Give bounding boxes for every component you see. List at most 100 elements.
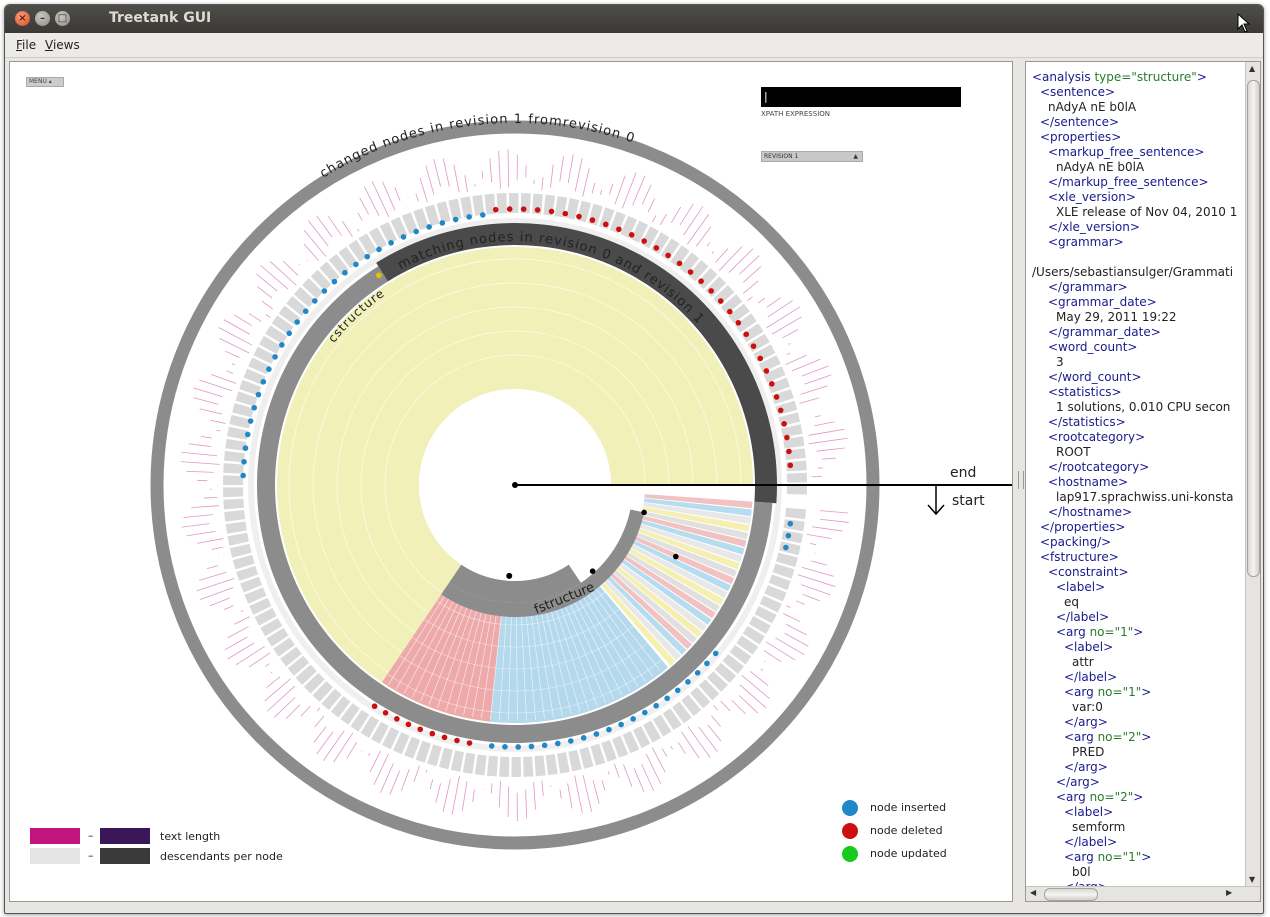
- descendants-block: [223, 475, 244, 485]
- legend-dash: –: [88, 849, 94, 862]
- xml-token: </word_count>: [1048, 370, 1142, 384]
- xml-token: <xle_version>: [1048, 190, 1136, 204]
- descendants-block: [523, 756, 534, 777]
- text-length-tick: [802, 593, 820, 602]
- status-dot: [331, 278, 338, 285]
- status-dot: [452, 216, 459, 223]
- title-bar[interactable]: × – □ Treetank GUI: [5, 5, 1263, 33]
- menu-control[interactable]: MENU ▴: [26, 77, 64, 87]
- status-dot: [568, 738, 574, 744]
- node-marker: [641, 509, 647, 516]
- text-length-tick: [812, 526, 843, 532]
- xml-line: <arg no="1">: [1032, 850, 1237, 865]
- sunburst-visualization[interactable]: changed nodes in revision 1 fromrevision…: [10, 62, 1012, 901]
- xml-token: var:0: [1072, 700, 1103, 714]
- status-dot: [768, 381, 775, 387]
- horizontal-scroll-thumb[interactable]: [1044, 888, 1098, 901]
- legend-descendants-low-swatch: [30, 848, 80, 864]
- status-dot: [664, 695, 670, 702]
- text-length-tick: [783, 613, 801, 622]
- status-dot: [441, 734, 448, 741]
- text-length-tick: [451, 775, 460, 815]
- pane-splitter[interactable]: [1016, 61, 1024, 900]
- horizontal-scrollbar[interactable]: ◀ ▶: [1026, 886, 1260, 901]
- xml-line: </grammar>: [1032, 280, 1237, 295]
- status-dot: [382, 710, 389, 716]
- text-length-tick: [200, 587, 234, 600]
- xml-line: </label>: [1032, 610, 1237, 625]
- scroll-left-icon[interactable]: ◀: [1030, 888, 1036, 897]
- descendants-block: [229, 543, 252, 558]
- scroll-up-icon[interactable]: ▲: [1249, 64, 1255, 73]
- text-length-tick: [472, 789, 475, 803]
- descendants-block: [499, 756, 510, 777]
- menu-views[interactable]: Views: [45, 38, 80, 52]
- vertical-scrollbar[interactable]: ▲ ▼: [1245, 62, 1260, 887]
- sunburst-canvas[interactable]: changed nodes in revision 1 fromrevision…: [9, 61, 1013, 902]
- node-updated-dot: [842, 846, 858, 862]
- xml-line: [1032, 250, 1237, 265]
- text-length-tick: [760, 668, 764, 671]
- xml-line: <sentence>: [1032, 85, 1237, 100]
- xpath-input[interactable]: |: [761, 87, 961, 107]
- xml-token: <statistics>: [1048, 385, 1122, 399]
- text-length-tick: [533, 782, 536, 810]
- maximize-icon: □: [57, 13, 68, 24]
- text-length-tick: [308, 220, 329, 247]
- xml-text[interactable]: <analysis type="structure"> <sentence> nAd…: [1032, 70, 1237, 895]
- text-length-tick: [652, 215, 657, 223]
- xml-token: semform: [1072, 820, 1126, 834]
- text-length-tick: [227, 642, 255, 660]
- xml-token: <analysis: [1032, 70, 1091, 84]
- status-dot: [266, 366, 272, 372]
- status-dot: [534, 207, 541, 213]
- start-label: start: [952, 493, 985, 509]
- xml-token: <arg: [1056, 790, 1086, 804]
- text-length-tick: [188, 443, 211, 447]
- text-length-tick: [380, 763, 394, 793]
- vertical-scroll-thumb[interactable]: [1247, 80, 1260, 577]
- descendants-block: [557, 752, 570, 774]
- close-window-button[interactable]: ×: [15, 11, 30, 26]
- descendants-block: [223, 498, 244, 510]
- text-length-tick: [314, 715, 325, 728]
- xml-token: <label>: [1064, 805, 1114, 819]
- descendants-block: [545, 754, 558, 776]
- text-length-tick: [429, 779, 434, 790]
- status-dot: [717, 298, 724, 304]
- status-dot: [674, 687, 681, 694]
- text-length-tick: [659, 213, 667, 226]
- text-length-tick: [226, 370, 234, 374]
- xml-token: <hostname>: [1048, 475, 1129, 489]
- legend-text-length-high-swatch: [100, 828, 150, 844]
- status-dot: [321, 288, 328, 294]
- text-length-tick: [801, 566, 834, 577]
- text-length-tick: [647, 198, 656, 213]
- menu-file[interactable]: File: [16, 38, 36, 52]
- text-length-tick: [303, 229, 327, 257]
- xml-token: </sentence>: [1040, 115, 1120, 129]
- splitter-grip-icon[interactable]: [1018, 471, 1024, 489]
- text-length-tick: [219, 337, 250, 354]
- status-dot: [750, 343, 757, 349]
- status-dot: [757, 355, 764, 362]
- maximize-window-button[interactable]: □: [55, 11, 70, 26]
- text-length-tick: [567, 154, 574, 183]
- descendants-block: [225, 521, 247, 534]
- text-length-tick: [614, 175, 626, 205]
- xml-source-pane[interactable]: <analysis type="structure"> <sentence> nAd…: [1025, 61, 1261, 902]
- text-length-tick: [574, 158, 583, 192]
- scroll-down-icon[interactable]: ▼: [1249, 875, 1255, 884]
- status-dot: [653, 245, 660, 251]
- text-length-tick: [743, 266, 762, 283]
- xml-line: ROOT: [1032, 445, 1237, 460]
- text-length-tick: [661, 748, 668, 757]
- status-dot: [279, 342, 285, 348]
- revision-select[interactable]: REVISION 1 ▲: [761, 151, 863, 162]
- scroll-right-icon[interactable]: ▶: [1226, 888, 1232, 897]
- xml-token: >: [1133, 625, 1144, 639]
- text-length-tick: [270, 671, 273, 674]
- minimize-window-button[interactable]: –: [35, 11, 50, 26]
- text-length-tick: [240, 610, 244, 613]
- text-length-tick: [784, 632, 809, 647]
